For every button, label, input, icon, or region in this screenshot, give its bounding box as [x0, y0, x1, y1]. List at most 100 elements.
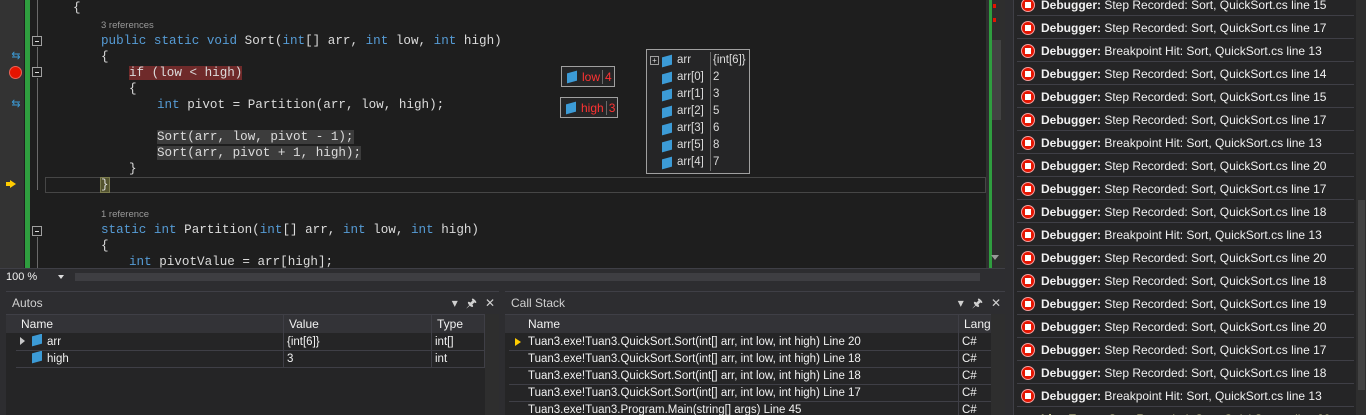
- event-description: Step Recorded: Sort, QuickSort.cs line 1…: [1104, 90, 1327, 104]
- event-row[interactable]: Debugger: Step Recorded: Sort, QuickSort…: [1017, 17, 1354, 39]
- event-description: Step Recorded: Sort, QuickSort.cs line 2…: [1104, 251, 1327, 265]
- editor-status-strip: 100 %: [0, 268, 1005, 285]
- variable-icon: [662, 105, 672, 118]
- event-row[interactable]: Debugger: Step Recorded: Sort, QuickSort…: [1017, 63, 1354, 85]
- event-row[interactable]: Debugger: Step Recorded: Sort, QuickSort…: [1017, 316, 1354, 338]
- column-header-name[interactable]: Name: [523, 315, 959, 334]
- debugger-event-icon: [1021, 136, 1035, 150]
- editor-horizontal-scrollbar[interactable]: [75, 273, 980, 281]
- editor-vertical-scrollbar[interactable]: [986, 0, 1005, 268]
- debugger-event-icon: [1021, 297, 1035, 311]
- table-row[interactable]: high 3 int: [16, 351, 485, 368]
- current-frame-arrow-icon: [515, 338, 521, 346]
- table-row[interactable]: Tuan3.exe!Tuan3.QuickSort.Sort(int[] arr…: [509, 385, 991, 402]
- outline-line: [37, 237, 38, 268]
- event-row[interactable]: Debugger: Step Recorded: Sort, QuickSort…: [1017, 339, 1354, 361]
- debugger-event-icon: [1021, 0, 1035, 12]
- column-header-type[interactable]: Type: [432, 315, 485, 334]
- code-line: int pivotValue = arr[high];: [129, 255, 334, 268]
- table-row[interactable]: Tuan3.exe!Tuan3.QuickSort.Sort(int[] arr…: [509, 351, 991, 368]
- event-description: Breakpoint Hit: Sort, QuickSort.cs line …: [1104, 44, 1322, 58]
- collapse-toggle[interactable]: [32, 36, 42, 46]
- events-scrollbar[interactable]: [1356, 0, 1366, 415]
- diagnostic-events-list[interactable]: Debugger: Step Recorded: Sort, QuickSort…: [1013, 0, 1366, 415]
- datatip-row[interactable]: arr[3] 6: [647, 120, 749, 137]
- scroll-down-arrow-icon[interactable]: [991, 255, 999, 260]
- window-menu-dropdown-icon[interactable]: ▾: [452, 292, 458, 314]
- code-editor[interactable]: ⇆ ⇆ { 3 references public static void So…: [0, 0, 1005, 268]
- table-row[interactable]: Tuan3.exe!Tuan3.QuickSort.Sort(int[] arr…: [509, 368, 991, 385]
- code-line: int pivot = Partition(arr, low, high);: [157, 98, 445, 112]
- event-row[interactable]: Debugger: Breakpoint Hit: Sort, QuickSor…: [1017, 132, 1354, 154]
- close-icon[interactable]: ✕: [991, 292, 1001, 314]
- event-row[interactable]: Debugger: Step Recorded: Sort, QuickSort…: [1017, 178, 1354, 200]
- event-row[interactable]: Debugger: Breakpoint Hit: Sort, QuickSor…: [1017, 385, 1354, 407]
- code-line: public static void Sort(int[] arr, int l…: [101, 34, 502, 48]
- datatip-row[interactable]: + arr {int[6]}: [647, 52, 749, 69]
- pin-icon[interactable]: 🖈: [972, 292, 983, 314]
- call-stack-scrollbar[interactable]: [991, 314, 1005, 415]
- column-header-value[interactable]: Value: [284, 315, 432, 334]
- event-row[interactable]: Debugger: Step Recorded: Sort, QuickSort…: [1017, 86, 1354, 108]
- code-line: }: [129, 162, 137, 176]
- event-row[interactable]: Debugger: Step Recorded: Sort, QuickSort…: [1017, 293, 1354, 315]
- datatip-row[interactable]: arr[2] 5: [647, 103, 749, 120]
- expand-icon[interactable]: +: [650, 56, 659, 65]
- codelens-references[interactable]: 3 references: [101, 18, 154, 34]
- window-menu-dropdown-icon[interactable]: ▾: [958, 292, 964, 314]
- tracepoint-icon[interactable]: ⇆: [9, 98, 23, 110]
- brace-match: }: [100, 177, 110, 193]
- scrollbar-thumb[interactable]: [992, 40, 1001, 120]
- window-title: Call Stack: [511, 296, 566, 310]
- code-line: if (low < high): [45, 65, 243, 81]
- event-description: Step Recorded: Sort, QuickSort.cs line 1…: [1104, 21, 1327, 35]
- table-row[interactable]: arr {int[6]} int[]: [16, 334, 485, 351]
- code-line: static int Partition(int[] arr, int low,…: [101, 223, 479, 237]
- event-row[interactable]: Debugger: Step Recorded: Sort, QuickSort…: [1017, 201, 1354, 223]
- code-line: Sort(arr, low, pivot - 1);: [157, 130, 354, 144]
- pin-icon[interactable]: 🖈: [466, 292, 477, 314]
- debugger-event-icon: [1021, 113, 1035, 127]
- expand-icon[interactable]: [20, 337, 25, 345]
- breakpoint-icon[interactable]: [9, 66, 22, 79]
- event-row[interactable]: Debugger: Step Recorded: Sort, QuickSort…: [1017, 155, 1354, 177]
- event-row[interactable]: Debugger: Step Recorded: Sort, QuickSort…: [1017, 0, 1354, 16]
- scrollbar-thumb[interactable]: [1358, 200, 1365, 390]
- table-row[interactable]: Tuan3.exe!Tuan3.Program.Main(string[] ar…: [509, 402, 991, 415]
- column-header-lang[interactable]: Lang: [959, 315, 991, 334]
- outline-line: [37, 0, 38, 36]
- zoom-dropdown[interactable]: 100 %: [6, 270, 68, 284]
- tracepoint-icon[interactable]: ⇆: [9, 50, 23, 62]
- glyph-margin[interactable]: [0, 0, 24, 268]
- table-row[interactable]: Tuan3.exe!Tuan3.QuickSort.Sort(int[] arr…: [509, 334, 991, 351]
- event-row[interactable]: Debugger: Step Recorded: Sort, QuickSort…: [1017, 109, 1354, 131]
- datatip-row[interactable]: arr[5] 8: [647, 137, 749, 154]
- datatip-row[interactable]: arr[4] 7: [647, 154, 749, 171]
- event-description: Step Recorded: Sort, QuickSort.cs line 1…: [1104, 182, 1327, 196]
- datatip-low[interactable]: low 4: [561, 66, 615, 87]
- code-line: {: [101, 239, 109, 253]
- datatip-arr[interactable]: + arr {int[6]} arr[0] 2 arr[1] 3 arr[2] 5 arr…: [646, 49, 750, 174]
- collapse-toggle[interactable]: [32, 67, 42, 77]
- scrollbar-breakpoint-marker: [993, 4, 996, 8]
- collapse-toggle[interactable]: [32, 226, 42, 236]
- code-text[interactable]: { 3 references public static void Sort(i…: [45, 0, 986, 268]
- debugger-event-icon: [1021, 21, 1035, 35]
- live-event-row[interactable]: Live Event: Step Recorded: Sort, QuickSo…: [1017, 408, 1354, 415]
- datatip-row[interactable]: arr[1] 3: [647, 86, 749, 103]
- debugger-event-icon: [1021, 182, 1035, 196]
- code-line: }: [45, 177, 110, 193]
- codelens-references[interactable]: 1 reference: [101, 207, 149, 223]
- event-description: Breakpoint Hit: Sort, QuickSort.cs line …: [1104, 389, 1322, 403]
- datatip-high[interactable]: high 3: [560, 97, 619, 118]
- current-statement-arrow-icon: [6, 180, 16, 188]
- close-icon[interactable]: ✕: [485, 292, 495, 314]
- event-row[interactable]: Debugger: Breakpoint Hit: Sort, QuickSor…: [1017, 40, 1354, 62]
- column-header-name[interactable]: Name: [16, 315, 284, 334]
- datatip-row[interactable]: arr[0] 2: [647, 69, 749, 86]
- event-row[interactable]: Debugger: Breakpoint Hit: Sort, QuickSor…: [1017, 224, 1354, 246]
- event-row[interactable]: Debugger: Step Recorded: Sort, QuickSort…: [1017, 247, 1354, 269]
- event-row[interactable]: Debugger: Step Recorded: Sort, QuickSort…: [1017, 362, 1354, 384]
- event-row[interactable]: Debugger: Step Recorded: Sort, QuickSort…: [1017, 270, 1354, 292]
- autos-scrollbar[interactable]: [485, 314, 499, 415]
